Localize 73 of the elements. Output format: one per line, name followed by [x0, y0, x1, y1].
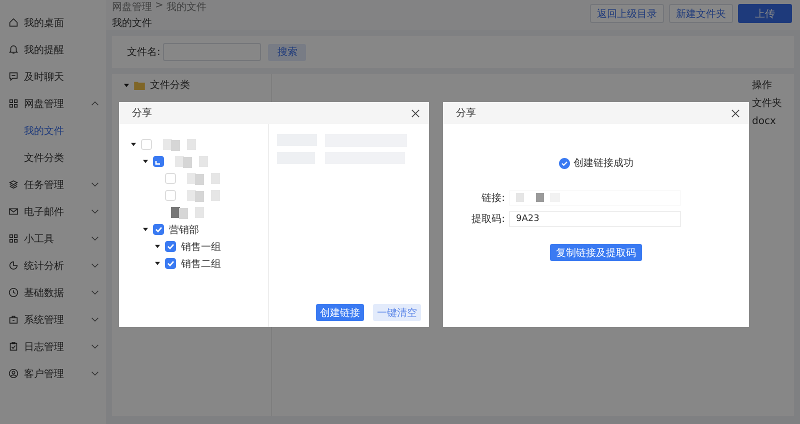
sidebar-item[interactable]: 基础数据: [0, 279, 106, 306]
user-icon: [8, 368, 19, 379]
search-label: 文件名:: [127, 46, 160, 59]
chat-icon: [8, 71, 19, 82]
header-button[interactable]: 返回上级目录: [590, 4, 664, 23]
sidebar-item[interactable]: 网盘管理: [0, 90, 106, 117]
tree-label[interactable]: 销售一组: [181, 240, 221, 254]
close-icon[interactable]: [731, 108, 740, 118]
checkbox[interactable]: [165, 241, 176, 252]
search-button[interactable]: 搜索: [268, 44, 306, 60]
tree-label[interactable]: 销售二组: [181, 256, 221, 270]
field-label: 提取码:: [470, 213, 505, 226]
clip-icon: [8, 341, 19, 352]
pie-icon: [8, 260, 19, 271]
sidebar-item[interactable]: 日志管理: [0, 333, 106, 360]
page-title: 我的文件: [112, 16, 153, 30]
dialog-button[interactable]: 创建链接: [316, 304, 364, 321]
tree-label[interactable]: 营销部: [169, 222, 199, 236]
sidebar-item[interactable]: 我的桌面: [0, 9, 106, 36]
checkbox[interactable]: [165, 258, 176, 269]
chevron-down-icon: [91, 263, 99, 268]
input-field[interactable]: [509, 190, 681, 206]
dialog-button[interactable]: 一键清空: [373, 304, 421, 321]
sidebar-item[interactable]: 我的提醒: [0, 36, 106, 63]
mail-icon: [8, 206, 19, 217]
sidebar-item[interactable]: 电子邮件: [0, 198, 106, 225]
sidebar-item[interactable]: 客户管理: [0, 360, 106, 387]
sidebar-item[interactable]: 任务管理: [0, 171, 106, 198]
header-button[interactable]: 新建文件夹: [669, 4, 733, 23]
field-label: 链接:: [480, 192, 505, 205]
sidebar-item[interactable]: 及时聊天: [0, 63, 106, 90]
chevron-down-icon: [91, 209, 99, 214]
chevron-up-icon: [91, 101, 99, 106]
chevron-down-icon: [91, 290, 99, 295]
column-header: 操作: [752, 79, 773, 93]
header-button[interactable]: 上传: [738, 4, 792, 23]
sidebar-subitem[interactable]: 我的文件: [0, 117, 106, 144]
chevron-down-icon: [91, 236, 99, 241]
caret-icon[interactable]: [143, 159, 148, 164]
copy-button[interactable]: 复制链接及提取码: [550, 244, 642, 261]
check-circle-icon: [558, 158, 570, 168]
sidebar-item[interactable]: 小工具: [0, 225, 106, 252]
caret-icon[interactable]: [155, 244, 160, 249]
bell-icon: [8, 44, 19, 55]
chevron-down-icon: [91, 344, 99, 349]
breadcrumb-separator: >: [155, 0, 164, 13]
success-message: 创建链接成功: [574, 156, 634, 170]
close-icon[interactable]: [411, 108, 420, 118]
case-icon: [8, 314, 19, 325]
home-icon: [8, 17, 19, 28]
folder-icon: [134, 80, 145, 90]
breadcrumb-link[interactable]: 网盘管理: [112, 0, 152, 14]
chevron-down-icon: [91, 317, 99, 322]
apps-icon: [8, 233, 19, 244]
caret-icon[interactable]: [131, 142, 136, 147]
layers-icon: [8, 179, 19, 190]
breadcrumb-link[interactable]: 我的文件: [166, 0, 206, 14]
sidebar-item[interactable]: 系统管理: [0, 306, 106, 333]
clock-icon: [8, 287, 19, 298]
dialog-title: 分享: [132, 106, 152, 120]
checkbox[interactable]: [153, 156, 164, 167]
input-field[interactable]: 9A23: [509, 211, 681, 227]
sidebar-subitem[interactable]: 文件分类: [0, 144, 106, 171]
sidebar-item[interactable]: 统计分析: [0, 252, 106, 279]
chevron-down-icon: [91, 182, 99, 187]
caret-icon[interactable]: [155, 261, 160, 266]
table-cell-text: docx: [752, 114, 777, 128]
caret-icon[interactable]: [143, 227, 148, 232]
dialog-title: 分享: [456, 106, 476, 120]
tree-label[interactable]: 文件分类: [150, 78, 190, 92]
table-cell-text: 文件夹: [752, 96, 783, 111]
checkbox[interactable]: [153, 224, 164, 235]
chevron-down-icon: [91, 371, 99, 376]
